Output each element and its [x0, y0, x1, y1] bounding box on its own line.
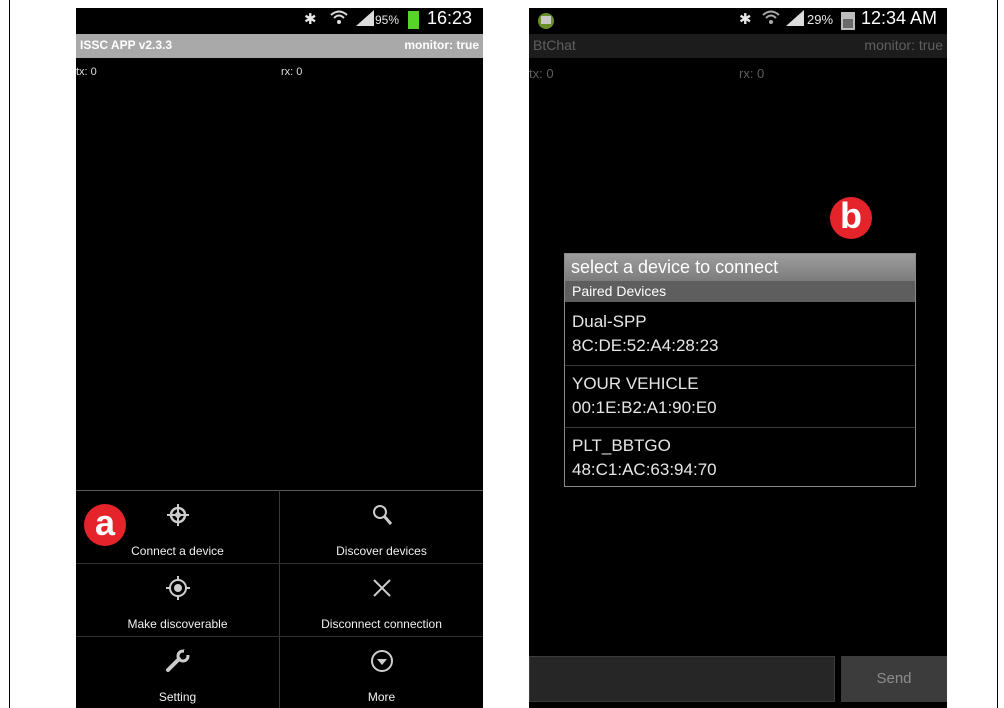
clock: 16:23 — [427, 8, 473, 28]
android-icon — [535, 10, 557, 34]
menu-label: More — [367, 690, 396, 704]
phone-screen-b: ✱ 29% 12:34 AM BtChat monitor: true tx: … — [529, 8, 947, 708]
menu-label: Disconnect connection — [321, 617, 442, 631]
make-discoverable-button[interactable]: Make discoverable — [76, 564, 279, 637]
clock: 12:34 AM — [861, 8, 938, 28]
disconnect-connection-button[interactable]: Disconnect connection — [280, 564, 483, 637]
rx-counter: rx: 0 — [281, 66, 303, 78]
signal-icon — [356, 10, 374, 30]
status-bar: ✱ 29% 12:34 AM — [529, 8, 947, 34]
device-name: Dual-SPP — [572, 312, 647, 331]
search-icon — [280, 503, 483, 529]
dialog-title: select a device to connect — [565, 254, 915, 281]
device-list-item[interactable]: Dual-SPP 8C:DE:52:A4:28:23 — [565, 303, 915, 366]
signal-icon — [786, 10, 804, 30]
device-list-item[interactable]: YOUR VEHICLE 00:1E:B2:A1:90:E0 — [565, 365, 915, 428]
frame-border-right — [997, 0, 998, 708]
wifi-icon — [762, 10, 780, 30]
battery-icon — [408, 11, 419, 29]
more-button[interactable]: More — [280, 637, 483, 708]
battery-percent: 29% — [807, 12, 834, 27]
target-icon — [76, 576, 279, 602]
device-list-item[interactable]: PLT_BBTGO 48:C1:AC:63:94:70 — [565, 427, 915, 489]
battery-percent: 95% — [375, 13, 400, 27]
tx-counter: tx: 0 — [529, 66, 554, 81]
device-address: 48:C1:AC:63:94:70 — [572, 460, 717, 479]
device-name: YOUR VEHICLE — [572, 374, 699, 393]
battery-icon — [840, 11, 856, 35]
status-bar: ✱ 95% 16:23 — [76, 8, 483, 34]
wifi-icon — [330, 10, 348, 30]
frame-border-left — [9, 0, 10, 708]
chevron-down-icon — [280, 649, 483, 675]
menu-label: Make discoverable — [127, 617, 228, 631]
discover-devices-button[interactable]: Discover devices — [280, 491, 483, 564]
menu-label: Connect a device — [131, 544, 224, 558]
menu-label: Setting — [158, 690, 197, 704]
app-titlebar: ISSC APP v2.3.3 monitor: true — [76, 34, 483, 58]
send-button[interactable]: Send — [841, 656, 947, 702]
bluetooth-icon: ✱ — [304, 11, 317, 28]
device-address: 00:1E:B2:A1:90:E0 — [572, 398, 717, 417]
device-picker-dialog: select a device to connect Paired Device… — [564, 253, 916, 487]
app-titlebar: BtChat monitor: true — [529, 34, 947, 58]
step-badge-b: b — [830, 197, 872, 239]
step-badge-a: a — [84, 504, 126, 546]
message-input[interactable] — [529, 656, 835, 702]
menu-label: Discover devices — [336, 544, 427, 558]
bluetooth-icon: ✱ — [739, 11, 752, 28]
phone-screen-a: ✱ 95% 16:23 ISSC APP v2.3.3 monitor: tru… — [76, 8, 483, 708]
device-address: 8C:DE:52:A4:28:23 — [572, 336, 719, 355]
rx-counter: rx: 0 — [739, 66, 765, 81]
tx-counter: tx: 0 — [76, 66, 97, 78]
device-name: PLT_BBTGO — [572, 436, 671, 455]
dialog-section-header: Paired Devices — [565, 281, 915, 302]
close-icon — [280, 576, 483, 602]
wrench-icon — [76, 649, 279, 675]
monitor-status: monitor: true — [864, 37, 943, 53]
monitor-status: monitor: true — [404, 38, 479, 52]
setting-button[interactable]: Setting — [76, 637, 279, 708]
app-title: ISSC APP v2.3.3 — [80, 38, 173, 52]
app-title: BtChat — [533, 37, 576, 53]
